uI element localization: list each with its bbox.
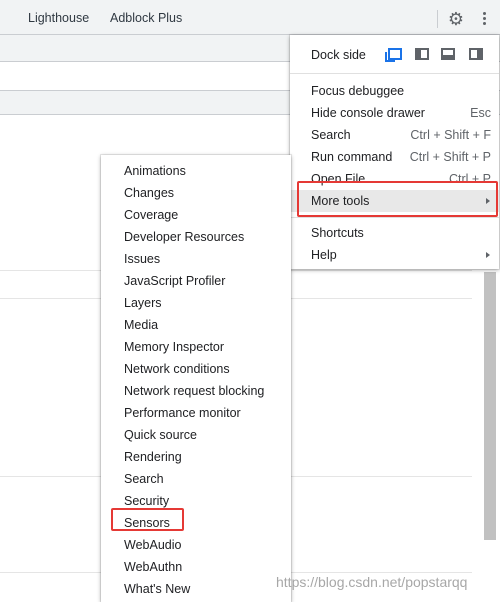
submenu-item-label: Issues (124, 252, 161, 266)
submenu-item-search[interactable]: Search (101, 468, 291, 490)
submenu-item-performance-monitor[interactable]: Performance monitor (101, 402, 291, 424)
tab-adblock-plus[interactable]: Adblock Plus (110, 11, 182, 25)
submenu-item-network-conditions[interactable]: Network conditions (101, 358, 291, 380)
submenu-item-label: Changes (124, 186, 175, 200)
menu-item-shortcut: Ctrl + Shift + F (410, 128, 491, 142)
menu-item-focus-debuggee[interactable]: Focus debuggee (290, 80, 499, 102)
submenu-item-what-s-new[interactable]: What's New (101, 578, 291, 600)
customize-devtools-menu: Dock side Focus debuggee Hide console dr… (290, 35, 499, 269)
menu-item-label: Hide console drawer (311, 106, 425, 120)
dock-bottom-icon[interactable] (441, 48, 455, 60)
menu-item-hide-console-drawer[interactable]: Hide console drawer Esc (290, 102, 499, 124)
submenu-item-rendering[interactable]: Rendering (101, 446, 291, 468)
menu-item-shortcut: Ctrl + Shift + P (409, 150, 491, 164)
background-scrollbar-thumb[interactable] (484, 272, 496, 540)
submenu-item-label: Coverage (124, 208, 179, 222)
submenu-item-label: Quick source (124, 428, 197, 442)
submenu-item-label: Search (124, 472, 164, 486)
submenu-item-label: What's New (124, 582, 191, 596)
menu-item-shortcut: Esc (470, 106, 491, 120)
submenu-item-label: Network conditions (124, 362, 230, 376)
submenu-item-media[interactable]: Media (101, 314, 291, 336)
menu-item-label: Search (311, 128, 351, 142)
submenu-item-label: Rendering (124, 450, 182, 464)
kebab-menu-icon[interactable] (478, 12, 490, 28)
annotation-box-sensors (111, 508, 184, 531)
submenu-item-layers[interactable]: Layers (101, 292, 291, 314)
dock-side-label: Dock side (311, 48, 366, 62)
menu-item-label: Focus debuggee (311, 84, 405, 98)
submenu-item-label: WebAuthn (124, 560, 183, 574)
menu-item-help[interactable]: Help (290, 244, 499, 266)
submenu-item-label: Network request blocking (124, 384, 265, 398)
submenu-item-label: WebAudio (124, 538, 182, 552)
devtools-toolbar: Lighthouse Adblock Plus ⚙ (0, 0, 500, 35)
submenu-item-changes[interactable]: Changes (101, 182, 291, 204)
menu-separator (290, 217, 499, 218)
menu-item-shortcuts[interactable]: Shortcuts (290, 222, 499, 244)
submenu-item-label: JavaScript Profiler (124, 274, 226, 288)
tab-lighthouse[interactable]: Lighthouse (28, 11, 89, 25)
menu-item-label: Run command (311, 150, 393, 164)
submenu-item-memory-inspector[interactable]: Memory Inspector (101, 336, 291, 358)
submenu-item-label: Developer Resources (124, 230, 245, 244)
undock-icon[interactable] (385, 48, 402, 62)
submenu-item-label: Memory Inspector (124, 340, 225, 354)
submenu-item-network-request-blocking[interactable]: Network request blocking (101, 380, 291, 402)
submenu-item-label: Layers (124, 296, 162, 310)
more-tools-submenu: Animations Changes Coverage Developer Resou… (101, 155, 291, 602)
submenu-item-javascript-profiler[interactable]: JavaScript Profiler (101, 270, 291, 292)
dock-right-icon[interactable] (469, 48, 483, 60)
submenu-item-label: Media (124, 318, 159, 332)
toolbar-divider (437, 10, 438, 28)
submenu-item-developer-resources[interactable]: Developer Resources (101, 226, 291, 248)
submenu-item-coverage[interactable]: Coverage (101, 204, 291, 226)
submenu-item-label: Performance monitor (124, 406, 241, 420)
submenu-item-animations[interactable]: Animations (101, 160, 291, 182)
menu-item-search[interactable]: Search Ctrl + Shift + F (290, 124, 499, 146)
submenu-item-label: Animations (124, 164, 186, 178)
submenu-item-issues[interactable]: Issues (101, 248, 291, 270)
submenu-item-webaudio[interactable]: WebAudio (101, 534, 291, 556)
annotation-box-more-tools (297, 181, 498, 217)
gear-icon[interactable]: ⚙ (446, 9, 466, 29)
menu-item-label: Help (311, 248, 337, 262)
dock-left-icon[interactable] (415, 48, 429, 60)
submenu-item-webauthn[interactable]: WebAuthn (101, 556, 291, 578)
watermark: https://blog.csdn.net/popstarqq (276, 574, 468, 590)
submenu-item-quick-source[interactable]: Quick source (101, 424, 291, 446)
menu-separator (290, 73, 499, 74)
menu-item-run-command[interactable]: Run command Ctrl + Shift + P (290, 146, 499, 168)
submenu-arrow-icon (486, 252, 490, 258)
menu-item-label: Shortcuts (311, 226, 364, 240)
